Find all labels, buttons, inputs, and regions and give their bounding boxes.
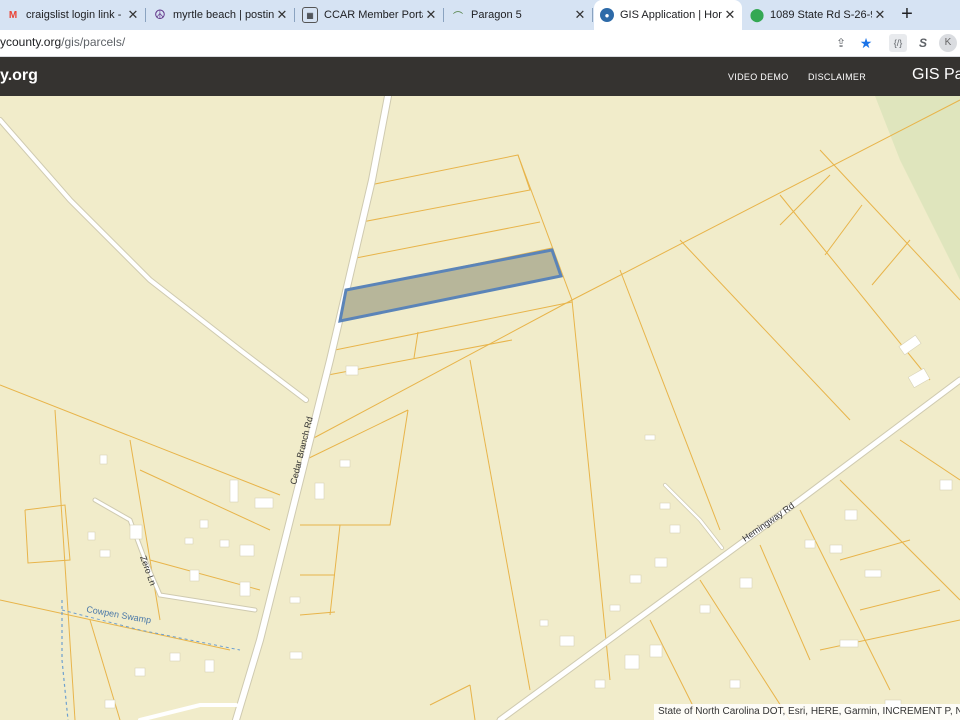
new-tab-button[interactable]: + xyxy=(896,4,918,26)
tab-myrtle-beach[interactable]: ☮ myrtle beach | posting ✕ xyxy=(147,2,295,28)
url-path: /gis/parcels/ xyxy=(61,35,126,49)
close-icon[interactable]: ✕ xyxy=(572,7,588,23)
gmail-icon: M xyxy=(8,9,18,21)
map-canvas[interactable]: Cedar Branch Rd Hemingway Rd Zero Ln Cow… xyxy=(0,96,960,720)
maps-pin-icon: ⬤ xyxy=(749,7,765,22)
bookmark-star-icon[interactable]: ★ xyxy=(857,34,875,52)
tab-label: Paragon 5 xyxy=(471,9,522,21)
share-icon[interactable]: ⇪ xyxy=(832,34,850,52)
profile-avatar-icon[interactable]: K xyxy=(939,34,957,52)
close-icon[interactable]: ✕ xyxy=(423,7,439,23)
video-demo-link[interactable]: VIDEO DEMO xyxy=(728,72,789,82)
tab-ccar[interactable]: ▦ CCAR Member Portal ✕ xyxy=(296,2,444,28)
close-icon[interactable]: ✕ xyxy=(274,7,290,23)
tab-paragon[interactable]: ⌒ Paragon 5 ✕ xyxy=(445,2,593,28)
tab-label: myrtle beach | posting xyxy=(173,9,274,21)
disclaimer-link[interactable]: DISCLAIMER xyxy=(808,72,866,82)
tab-label: GIS Application | Horry xyxy=(620,9,722,21)
s-extension-icon[interactable]: S xyxy=(914,34,932,52)
tab-label: CCAR Member Portal xyxy=(324,9,423,21)
map-attribution: State of North Carolina DOT, Esri, HERE,… xyxy=(654,704,960,720)
paragon-icon: ⌒ xyxy=(453,11,463,23)
gis-icon: ● xyxy=(600,8,614,22)
parcel-map[interactable]: Cedar Branch Rd Hemingway Rd Zero Ln Cow… xyxy=(0,96,960,720)
tab-label: craigslist login link - ho xyxy=(26,9,125,21)
close-icon[interactable]: ✕ xyxy=(722,7,738,23)
url-domain: ycounty.org xyxy=(0,35,62,49)
extension-icon[interactable]: {/} xyxy=(889,34,907,52)
tab-gis-application[interactable]: ● GIS Application | Horry ✕ xyxy=(594,0,742,30)
app-title: GIS Parc xyxy=(912,66,960,83)
tab-craigslist[interactable]: M craigslist login link - ho ✕ xyxy=(0,2,146,28)
peace-icon: ☮ xyxy=(154,7,166,22)
site-header: y.org VIDEO DEMO DISCLAIMER GIS Parc xyxy=(0,57,960,96)
portal-icon: ▦ xyxy=(302,7,318,23)
site-logo[interactable]: y.org xyxy=(0,67,38,85)
browser-tab-strip: M craigslist login link - ho ✕ ☮ myrtle … xyxy=(0,0,960,30)
address-bar[interactable]: ycounty.org/gis/parcels/ ⇪ ★ {/} S K xyxy=(0,30,960,57)
close-icon[interactable]: ✕ xyxy=(872,7,888,23)
url-text[interactable]: ycounty.org/gis/parcels/ xyxy=(0,35,125,49)
tab-label: 1089 State Rd S-26-910 xyxy=(770,9,872,21)
close-icon[interactable]: ✕ xyxy=(125,7,141,23)
tab-state-rd[interactable]: ⬤ 1089 State Rd S-26-910 ✕ xyxy=(744,2,892,28)
